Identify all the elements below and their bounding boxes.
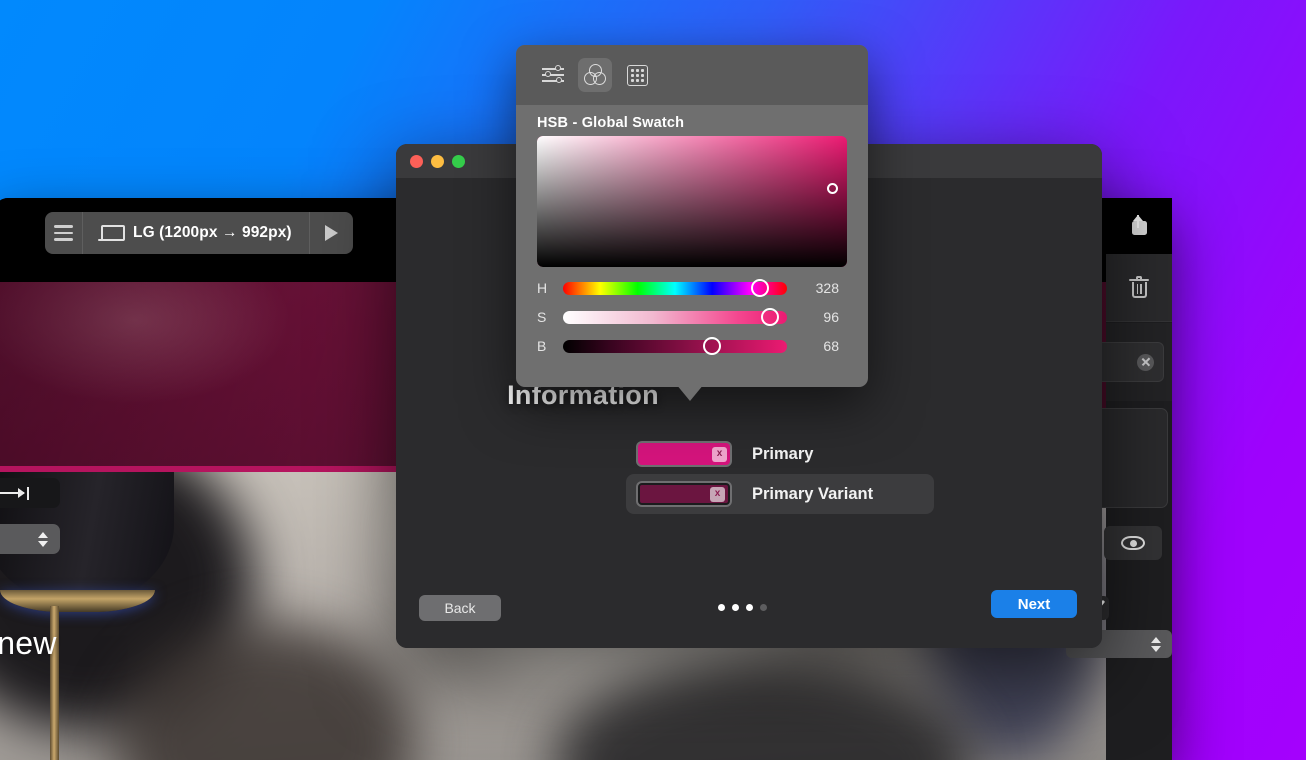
brightness-slider-knob[interactable]	[703, 337, 722, 355]
saturation-slider-track[interactable]	[563, 308, 787, 326]
width-row: Width	[0, 470, 66, 516]
swatch-list: x Primary x Primary Variant	[626, 434, 936, 514]
close-button[interactable]	[410, 154, 423, 168]
popover-heading: HSB - Global Swatch	[537, 115, 685, 131]
play-icon[interactable]	[308, 212, 353, 254]
swatch-grid-icon	[626, 64, 648, 86]
modal-footer: Back Next	[396, 576, 1102, 648]
color-swatch-primary[interactable]: x	[638, 443, 730, 465]
swatch-row-primary-variant[interactable]: x Primary Variant	[626, 474, 934, 514]
saturation-slider-row: S 96	[537, 306, 847, 328]
eye-icon	[1121, 536, 1145, 550]
swatch-label-primary: Primary	[752, 444, 814, 463]
inspector-sidebar: ky	[1062, 198, 1172, 760]
inspector-bottom-props: Width Divider None	[0, 470, 66, 562]
next-button[interactable]: Next	[991, 590, 1077, 618]
brightness-label: B	[537, 338, 547, 354]
laptop-icon	[98, 225, 125, 241]
pagination-dots	[718, 604, 767, 611]
pagination-dot[interactable]	[746, 604, 753, 611]
tab-swatch-grid[interactable]	[620, 58, 654, 92]
color-circles-icon	[584, 64, 606, 86]
pagination-dot[interactable]	[732, 604, 739, 611]
device-selector-pill[interactable]: LG (1200px → 992px)	[45, 212, 353, 254]
brightness-value: 68	[823, 338, 839, 354]
hue-value: 328	[815, 280, 839, 296]
sv-field-handle[interactable]	[827, 183, 838, 194]
swatch-badge-icon: x	[710, 486, 725, 502]
brightness-slider-track[interactable]	[563, 337, 787, 355]
device-label-segment[interactable]: LG (1200px → 992px)	[83, 212, 309, 254]
hamburger-icon[interactable]	[45, 212, 83, 254]
swatch-row-primary[interactable]: x Primary	[626, 434, 936, 474]
popover-tabs	[516, 45, 868, 105]
pagination-dot[interactable]	[760, 604, 767, 611]
sliders-icon	[542, 65, 564, 84]
visibility-toggle-button[interactable]	[1104, 526, 1162, 560]
share-icon	[1129, 214, 1149, 237]
swatch-label-primary-variant: Primary Variant	[752, 484, 874, 503]
brightness-slider-row: B 68	[537, 335, 847, 357]
width-segmented-control[interactable]	[0, 478, 60, 508]
photo-caption: ng the new	[0, 625, 57, 661]
popover-arrow	[676, 384, 704, 401]
saturation-value: 96	[823, 309, 839, 325]
share-button[interactable]	[1106, 198, 1172, 254]
swatch-badge-icon: x	[712, 446, 727, 462]
tab-color-wheel[interactable]	[578, 58, 612, 92]
chevron-updown-icon	[38, 531, 49, 548]
color-swatch-primary-variant[interactable]: x	[638, 483, 730, 505]
divider-select[interactable]: None	[0, 524, 60, 554]
hue-label: H	[537, 280, 548, 296]
hue-slider-track[interactable]	[563, 279, 787, 297]
back-button[interactable]: Back	[419, 595, 501, 621]
saturation-label: S	[537, 309, 547, 325]
maximize-button[interactable]	[452, 154, 465, 168]
pagination-dot[interactable]	[718, 604, 725, 611]
saturation-slider-knob[interactable]	[760, 308, 779, 326]
divider-row: Divider None	[0, 516, 66, 562]
hue-slider-knob[interactable]	[750, 279, 769, 297]
saturation-brightness-field[interactable]	[537, 136, 847, 267]
visibility-row	[1104, 516, 1172, 570]
minimize-button[interactable]	[431, 154, 444, 168]
hue-slider-row: H 328	[537, 277, 847, 299]
stepper-updown-icon	[1151, 636, 1162, 653]
tab-sliders[interactable]	[536, 58, 570, 92]
trash-icon	[1129, 275, 1149, 299]
full-width-icon[interactable]	[0, 478, 60, 508]
color-picker-popover: HSB - Global Swatch H 328 S 96 B 68	[516, 45, 868, 387]
delete-button[interactable]	[1106, 254, 1172, 322]
device-label: LG (1200px → 992px)	[133, 224, 292, 241]
